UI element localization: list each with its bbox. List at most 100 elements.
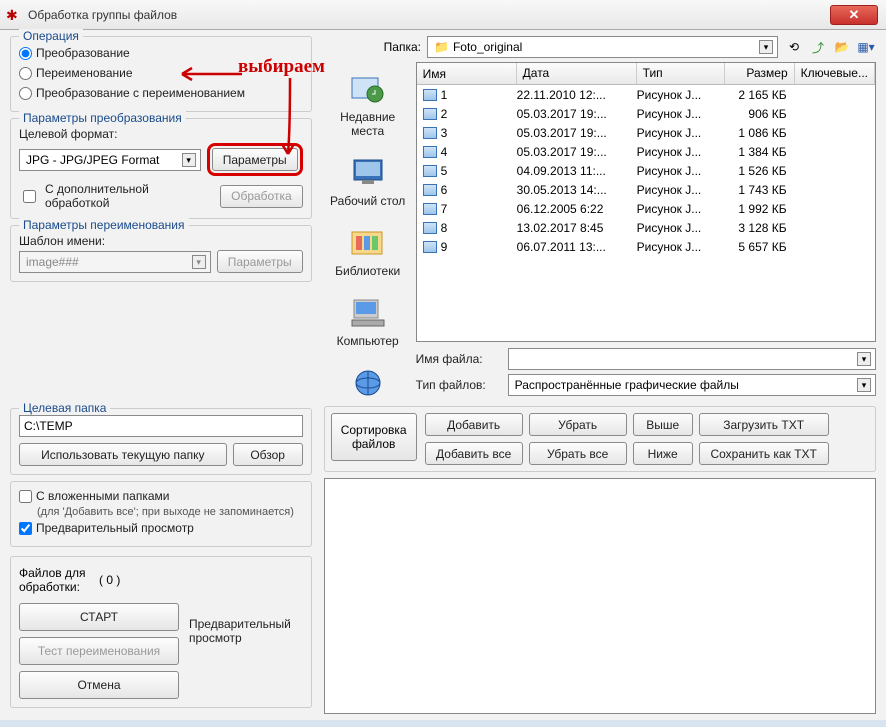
file-date: 04.09.2013 11:... [517, 164, 637, 178]
format-params-button[interactable]: Параметры [212, 148, 298, 171]
file-row[interactable]: 405.03.2017 19:...Рисунок J...1 384 КБ [417, 142, 875, 161]
network-icon [348, 366, 388, 400]
file-row[interactable]: 813.02.2017 8:45Рисунок J...3 128 КБ [417, 218, 875, 237]
file-type: Рисунок J... [637, 88, 725, 102]
remove-all-button[interactable]: Убрать все [529, 442, 627, 465]
chevron-down-icon: ▾ [192, 255, 206, 269]
rename-params-title: Параметры переименования [19, 218, 189, 232]
files-count-value: ( 0 ) [99, 573, 120, 587]
folder-value: Foto_original [453, 40, 522, 54]
sort-button[interactable]: Сортировка файлов [331, 413, 417, 461]
subfolders-hint: (для 'Добавить все'; при выходе не запом… [19, 506, 303, 518]
file-type: Рисунок J... [637, 202, 725, 216]
file-date: 05.03.2017 19:... [517, 126, 637, 140]
file-row[interactable]: 305.03.2017 19:...Рисунок J...1 086 КБ [417, 123, 875, 142]
close-button[interactable]: ✕ [830, 5, 878, 25]
extra-processing-label: С дополнительной обработкой [45, 182, 214, 210]
chevron-down-icon: ▾ [857, 378, 871, 392]
col-keywords[interactable]: Ключевые... [795, 63, 875, 84]
cancel-button[interactable]: Отмена [19, 671, 179, 699]
folder-label: Папка: [384, 40, 421, 54]
extra-processing-checkbox[interactable] [23, 190, 36, 203]
file-row[interactable]: 706.12.2005 6:22Рисунок J...1 992 КБ [417, 199, 875, 218]
filetype-label: Тип файлов: [416, 378, 502, 392]
col-date[interactable]: Дата [517, 63, 637, 84]
image-icon [423, 184, 437, 196]
file-type: Рисунок J... [637, 145, 725, 159]
shortcut-recent[interactable]: Недавние места [324, 72, 412, 138]
file-date: 13.02.2017 8:45 [517, 221, 637, 235]
target-folder-input[interactable] [19, 415, 303, 437]
file-type: Рисунок J... [637, 221, 725, 235]
use-current-folder-button[interactable]: Использовать текущую папку [19, 443, 227, 466]
col-size[interactable]: Размер [725, 63, 795, 84]
file-size: 5 657 КБ [725, 240, 795, 254]
shortcut-network[interactable] [348, 366, 388, 400]
files-count-label: Файлов для обработки: [19, 566, 99, 594]
col-name[interactable]: Имя [417, 63, 517, 84]
browse-button[interactable]: Обзор [233, 443, 303, 466]
folder-select[interactable]: 📁 Foto_original ▾ [427, 36, 778, 58]
target-folder-group: Целевая папка Использовать текущую папку… [10, 408, 312, 475]
chevron-down-icon: ▾ [857, 352, 871, 366]
file-list[interactable]: Имя Дата Тип Размер Ключевые... 122.11.2… [416, 62, 876, 342]
shortcut-computer[interactable]: Компьютер [337, 296, 399, 348]
down-button[interactable]: Ниже [633, 442, 693, 465]
action-buttons: Сортировка файлов Добавить Убрать Выше З… [324, 406, 876, 472]
image-icon [423, 203, 437, 215]
file-row[interactable]: 504.09.2013 11:...Рисунок J...1 526 КБ [417, 161, 875, 180]
file-size: 1 743 КБ [725, 183, 795, 197]
shortcut-computer-label: Компьютер [337, 334, 399, 348]
file-date: 30.05.2013 14:... [517, 183, 637, 197]
shortcut-libraries[interactable]: Библиотеки [335, 226, 400, 278]
radio-both-label: Преобразование с переименованием [36, 86, 245, 100]
processing-button[interactable]: Обработка [220, 185, 303, 208]
filename-label: Имя файла: [416, 352, 502, 366]
template-select[interactable]: image### ▾ [19, 251, 211, 273]
new-folder-icon[interactable]: 📂 [832, 37, 852, 57]
file-name: 1 [441, 88, 448, 102]
filename-input[interactable]: ▾ [508, 348, 876, 370]
radio-convert[interactable] [19, 47, 32, 60]
start-button[interactable]: СТАРТ [19, 603, 179, 631]
image-icon [423, 165, 437, 177]
preview-title: Предварительный просмотр [179, 617, 303, 645]
up-icon[interactable]: ⤴ [808, 37, 828, 57]
folder-bar: Папка: 📁 Foto_original ▾ ⟲ ⤴ 📂 ▦▾ [324, 36, 876, 58]
add-button[interactable]: Добавить [425, 413, 523, 436]
file-size: 1 384 КБ [725, 145, 795, 159]
preview-checkbox[interactable] [19, 522, 32, 535]
view-icon[interactable]: ▦▾ [856, 37, 876, 57]
col-type[interactable]: Тип [637, 63, 725, 84]
test-rename-button[interactable]: Тест переименования [19, 637, 179, 665]
preview-label: Предварительный просмотр [36, 521, 194, 535]
shortcut-desktop[interactable]: Рабочий стол [330, 156, 405, 208]
target-format-select[interactable]: JPG - JPG/JPEG Format ▾ [19, 149, 201, 171]
shortcut-libraries-label: Библиотеки [335, 264, 400, 278]
file-row[interactable]: 205.03.2017 19:...Рисунок J...906 КБ [417, 104, 875, 123]
subfolders-checkbox[interactable] [19, 490, 32, 503]
rename-params-button[interactable]: Параметры [217, 250, 303, 273]
filetype-select[interactable]: Распространённые графические файлы ▾ [508, 374, 876, 396]
recent-icon [348, 72, 388, 106]
file-row[interactable]: 122.11.2010 12:...Рисунок J...2 165 КБ [417, 85, 875, 104]
convert-params-group: Параметры преобразования Целевой формат:… [10, 118, 312, 219]
remove-button[interactable]: Убрать [529, 413, 627, 436]
preview-area [324, 478, 876, 714]
radio-both[interactable] [19, 87, 32, 100]
back-icon[interactable]: ⟲ [784, 37, 804, 57]
chevron-down-icon: ▾ [759, 40, 773, 54]
radio-rename[interactable] [19, 67, 32, 80]
operation-title: Операция [19, 29, 83, 43]
file-row[interactable]: 906.07.2011 13:...Рисунок J...5 657 КБ [417, 237, 875, 256]
add-all-button[interactable]: Добавить все [425, 442, 523, 465]
file-name: 3 [441, 126, 448, 140]
save-txt-button[interactable]: Сохранить как TXT [699, 442, 829, 465]
file-row[interactable]: 630.05.2013 14:...Рисунок J...1 743 КБ [417, 180, 875, 199]
image-icon [423, 146, 437, 158]
window-title: Обработка группы файлов [28, 8, 830, 22]
target-folder-label: Целевая папка [19, 401, 110, 415]
up-button[interactable]: Выше [633, 413, 693, 436]
load-txt-button[interactable]: Загрузить TXT [699, 413, 829, 436]
chevron-down-icon: ▾ [182, 153, 196, 167]
